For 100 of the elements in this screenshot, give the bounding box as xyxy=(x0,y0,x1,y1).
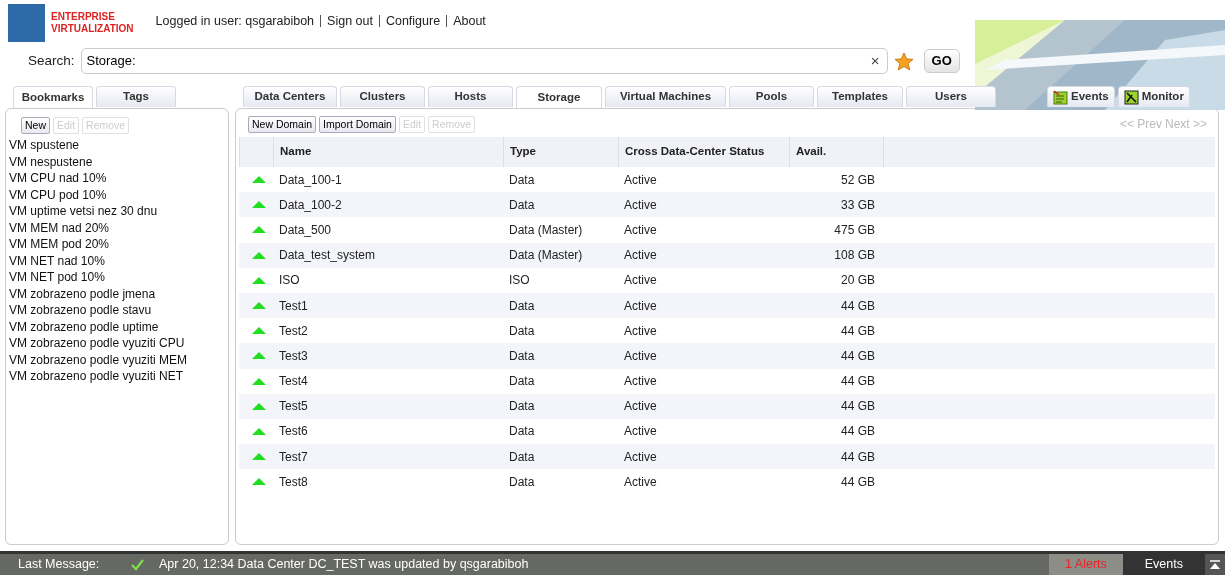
table-cell: Active xyxy=(618,343,789,369)
table-cell-text: Active xyxy=(623,473,658,491)
column-header[interactable]: Avail. xyxy=(789,137,883,167)
toolbar-button[interactable]: New xyxy=(21,117,50,134)
status-message: Apr 20, 12:34 Data Center DC_TEST was updated by qsgarabiboh xyxy=(159,556,529,574)
header-link[interactable]: About xyxy=(453,11,486,31)
search-field[interactable]: Storage: × xyxy=(80,48,888,74)
bookmark-item[interactable]: VM spustene xyxy=(9,137,225,154)
table-cell: Data xyxy=(503,192,618,218)
table-cell: Test7 xyxy=(273,444,503,470)
tab[interactable]: Clusters xyxy=(340,86,425,107)
logo-icon xyxy=(8,4,45,42)
go-button[interactable]: GO xyxy=(923,49,960,73)
notepad-icon xyxy=(1053,89,1068,105)
bookmark-item[interactable]: VM nespustene xyxy=(9,153,225,170)
toolbar-button[interactable]: Import Domain xyxy=(319,115,396,133)
bookmark-item[interactable]: VM MEM nad 20% xyxy=(9,219,225,236)
up-arrow-icon xyxy=(251,477,267,487)
up-arrow-icon xyxy=(251,175,267,185)
table-cell-text: 44 GB xyxy=(839,423,876,441)
table-cell: 44 GB xyxy=(789,343,883,369)
check-icon xyxy=(130,558,145,571)
star-icon xyxy=(893,51,914,71)
bookmark-item[interactable]: VM zobrazeno podle uptime xyxy=(9,318,225,335)
table-cell: 44 GB xyxy=(789,444,883,470)
tab[interactable]: Hosts xyxy=(428,86,513,107)
table-cell: Test1 xyxy=(273,292,503,319)
up-arrow-icon xyxy=(251,275,267,285)
table-cell: Data xyxy=(503,393,618,419)
up-arrow-icon xyxy=(251,351,267,361)
bookmark-item[interactable]: VM zobrazeno podle vyuziti NET xyxy=(9,368,225,385)
table-cell-text: Data (Master) xyxy=(508,221,584,239)
bookmark-item[interactable]: VM NET pod 10% xyxy=(9,269,225,286)
table-cell-text: Data_500 xyxy=(278,221,333,239)
table-cell: Data xyxy=(503,444,618,470)
search-label: Search: xyxy=(28,51,75,70)
tab[interactable]: Templates xyxy=(817,86,903,107)
up-arrow-icon xyxy=(251,376,267,386)
header-link[interactable]: Configure xyxy=(385,11,441,31)
table-cell: Active xyxy=(618,292,789,319)
up-arrow-icon xyxy=(251,401,267,411)
table-cell-text: Data xyxy=(508,473,536,491)
table-cell-text: 52 GB xyxy=(839,171,876,189)
bookmark-item[interactable]: VM zobrazeno podle vyuziti MEM xyxy=(9,351,225,368)
bookmark-item[interactable]: VM zobrazeno podle stavu xyxy=(9,302,225,319)
tab[interactable]: Pools xyxy=(729,86,814,107)
collapse-icon xyxy=(1209,559,1221,570)
bookmark-item[interactable]: VM CPU nad 10% xyxy=(9,170,225,187)
clear-button[interactable]: × xyxy=(868,49,882,73)
bookmark-item[interactable]: VM zobrazeno podle jmena xyxy=(9,285,225,302)
bookmark-item[interactable]: VM MEM pod 20% xyxy=(9,236,225,253)
tab[interactable]: Monitor xyxy=(1117,86,1190,107)
tab[interactable]: Users xyxy=(906,86,996,107)
table-cell: 44 GB xyxy=(789,292,883,319)
table-cell: Test3 xyxy=(273,343,503,369)
column-header[interactable]: Type xyxy=(503,137,618,167)
table-cell-text: Active xyxy=(623,322,658,340)
up-arrow-icon xyxy=(251,225,267,235)
table-cell-text: 44 GB xyxy=(839,373,876,391)
table-cell: Active xyxy=(618,242,789,268)
bookmark-item[interactable]: VM NET nad 10% xyxy=(9,252,225,269)
table-cell: Active xyxy=(618,393,789,419)
table-cell: Active xyxy=(618,444,789,470)
tab[interactable]: Virtual Machines xyxy=(605,86,726,107)
events-button[interactable]: Events xyxy=(1122,554,1205,575)
column-header[interactable]: Cross Data-Center Status xyxy=(618,137,789,167)
bookmark-item[interactable]: VM CPU pod 10% xyxy=(9,186,225,203)
logo-text: VIRTUALIZATION xyxy=(51,23,134,35)
tab[interactable]: Bookmarks xyxy=(13,86,93,108)
table-cell: 44 GB xyxy=(789,393,883,419)
table-cell-text: 20 GB xyxy=(839,272,876,290)
up-arrow-icon xyxy=(251,326,267,336)
bookmark-item[interactable]: VM uptime vetsi nez 30 dnu xyxy=(9,203,225,220)
tab[interactable]: Tags xyxy=(96,86,176,107)
collapse-button[interactable] xyxy=(1205,554,1225,575)
toolbar-button[interactable]: New Domain xyxy=(248,115,317,133)
user-label: Logged in user: qsgarabiboh xyxy=(155,12,315,30)
bookmark-item[interactable]: VM zobrazeno podle vyuziti CPU xyxy=(9,335,225,352)
table-cell: Data xyxy=(503,292,618,319)
table-cell-text: Active xyxy=(623,373,658,391)
table-cell-text: Test6 xyxy=(278,423,309,441)
up-arrow-icon xyxy=(251,301,267,311)
table-cell-text: Test4 xyxy=(278,373,309,391)
tab[interactable]: Storage xyxy=(516,86,602,108)
table-cell: Test5 xyxy=(273,393,503,419)
table-cell: Active xyxy=(618,192,789,218)
table-cell: Data_test_system xyxy=(273,242,503,268)
table-cell-text: Active xyxy=(623,171,658,189)
header-link[interactable]: Sign out xyxy=(327,11,373,31)
table-cell: Data_100-2 xyxy=(273,192,503,218)
table-cell-text: Data xyxy=(508,423,536,441)
column-header[interactable]: Name xyxy=(273,137,503,167)
table-cell-text: Data_100-1 xyxy=(278,171,343,189)
tab[interactable]: Events xyxy=(1047,86,1115,107)
table-cell: 108 GB xyxy=(789,242,883,268)
table-cell-text: 44 GB xyxy=(839,473,876,491)
table-cell: Data (Master) xyxy=(503,242,618,268)
up-arrow-icon xyxy=(251,250,267,260)
tab[interactable]: Data Centers xyxy=(243,86,337,107)
table-cell-text: 44 GB xyxy=(839,322,876,340)
